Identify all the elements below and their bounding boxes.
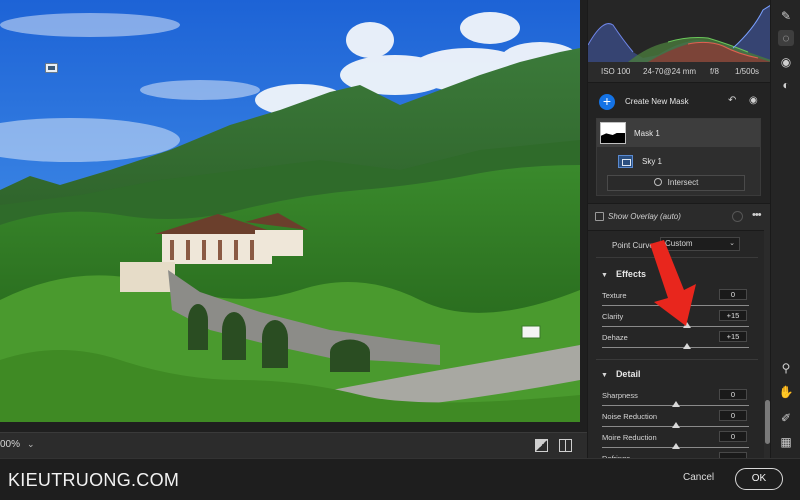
chevron-down-icon: ▼	[601, 372, 608, 379]
sky-1-label[interactable]: Sky 1	[642, 157, 662, 166]
detail-section-header[interactable]: ▼ Detail	[601, 369, 640, 379]
canvas-status-bar: 00% ⌄	[0, 432, 587, 458]
eye-redeye-icon[interactable]: ◉	[778, 54, 794, 70]
point-curve-value: Custom	[665, 239, 693, 248]
zoom-level[interactable]: 00%	[0, 439, 20, 450]
photo-canvas[interactable]	[0, 0, 580, 422]
mask-1-thumbnail	[600, 122, 626, 144]
split-view-icon[interactable]	[559, 439, 572, 452]
edit-panel: ISO 100 24-70@24 mm f/8 1/500s + Create …	[587, 0, 770, 458]
camera-raw-window: 00% ⌄ ISO 100 24-70@24 mm f/8 1/500s + C…	[0, 0, 800, 500]
tool-strip: ✎ ◌ ◉ ◐ ⚲ ✋ ✐ ▦	[770, 0, 800, 458]
presets-icon[interactable]: ◐	[778, 77, 794, 93]
slider-value-field[interactable]: 0	[719, 431, 747, 442]
slider-thumb[interactable]	[671, 301, 680, 307]
zoom-icon[interactable]: ⚲	[778, 360, 794, 376]
effects-title: Effects	[615, 269, 646, 279]
create-new-mask-label[interactable]: Create New Mask	[625, 97, 689, 106]
divider	[596, 359, 758, 360]
brush-icon[interactable]: ✎	[778, 8, 794, 24]
slider-thumb[interactable]	[682, 322, 691, 328]
mask-1-row[interactable]: Mask 1	[597, 119, 760, 147]
slider-value-field[interactable]: +15	[719, 331, 747, 342]
footer-bar: KIEUTRUONG.COM Cancel OK	[0, 458, 800, 500]
histogram	[588, 0, 770, 62]
slider-label: Texture	[602, 291, 627, 300]
zoom-dropdown-icon[interactable]: ⌄	[27, 439, 35, 450]
mask-circle-icon[interactable]: ◌	[778, 30, 794, 46]
before-after-toggle-icon[interactable]	[535, 439, 548, 452]
slider-label: Moire Reduction	[602, 433, 657, 442]
chevron-down-icon: ⌄	[729, 240, 735, 247]
eyedropper-icon[interactable]: ✐	[778, 410, 794, 426]
grid-icon[interactable]: ▦	[778, 434, 794, 450]
hand-icon[interactable]: ✋	[778, 384, 794, 400]
slider-label: Noise Reduction	[602, 412, 658, 421]
effects-section-header[interactable]: ▼ Effects	[601, 269, 646, 279]
overlay-color-icon[interactable]	[732, 211, 743, 222]
mask-reset-icon[interactable]: ↶	[728, 95, 736, 106]
point-curve-select[interactable]: Custom ⌄	[660, 237, 740, 251]
slider-label: Clarity	[602, 312, 624, 321]
slider-value-field[interactable]: 0	[719, 410, 747, 421]
exif-iso: ISO 100	[601, 67, 631, 76]
slider-thumb[interactable]	[671, 401, 680, 407]
landscape-photo	[0, 0, 580, 422]
slider-track[interactable]	[602, 347, 749, 348]
exif-shutter: 1/500s	[735, 67, 760, 76]
slider-label: Dehaze	[602, 333, 628, 342]
slider-thumb[interactable]	[671, 422, 680, 428]
point-curve-label: Point Curve	[612, 241, 654, 250]
mask-pin-icon[interactable]	[45, 63, 58, 73]
intersect-icon	[653, 178, 662, 186]
cancel-button[interactable]: Cancel	[683, 472, 714, 483]
intersect-label: Intersect	[667, 178, 699, 187]
show-overlay-checkbox[interactable]	[595, 212, 604, 221]
show-overlay-label[interactable]: Show Overlay (auto)	[608, 212, 681, 221]
mask-1-label: Mask 1	[634, 129, 660, 138]
mask-visibility-eye-icon[interactable]: ◉	[749, 95, 758, 106]
chevron-down-icon: ▼	[601, 272, 608, 279]
show-overlay-row: Show Overlay (auto) •••	[588, 206, 770, 228]
exif-aperture: f/8	[710, 67, 719, 76]
intersect-button[interactable]: Intersect	[607, 175, 745, 191]
slider-value-field[interactable]: 0	[719, 389, 747, 400]
slider-value-field[interactable]: +15	[719, 310, 747, 321]
divider	[596, 257, 758, 258]
slider-thumb[interactable]	[682, 343, 691, 349]
slider-thumb[interactable]	[671, 443, 680, 449]
mask-list: Mask 1 Sky 1 Intersect	[596, 118, 761, 196]
slider-value-field[interactable]: 0	[719, 289, 747, 300]
slider-track[interactable]	[602, 326, 749, 327]
watermark-brand: KIEUTRUONG.COM	[8, 470, 180, 490]
sky-mask-icon[interactable]	[618, 155, 633, 168]
exif-lens: 24-70@24 mm	[643, 67, 697, 76]
mask-section: + Create New Mask ↶ ◉ Mask 1 Sky 1 Inter…	[588, 82, 770, 204]
slider-label: Sharpness	[602, 391, 638, 400]
adjustments-panel: Point Curve Custom ⌄ ▼ Effects ▼ Detail Te…	[588, 230, 764, 458]
ok-button[interactable]: OK	[735, 468, 783, 490]
more-options-icon[interactable]: •••	[752, 209, 762, 221]
detail-title: Detail	[615, 369, 641, 379]
create-mask-plus-icon[interactable]: +	[599, 94, 615, 110]
